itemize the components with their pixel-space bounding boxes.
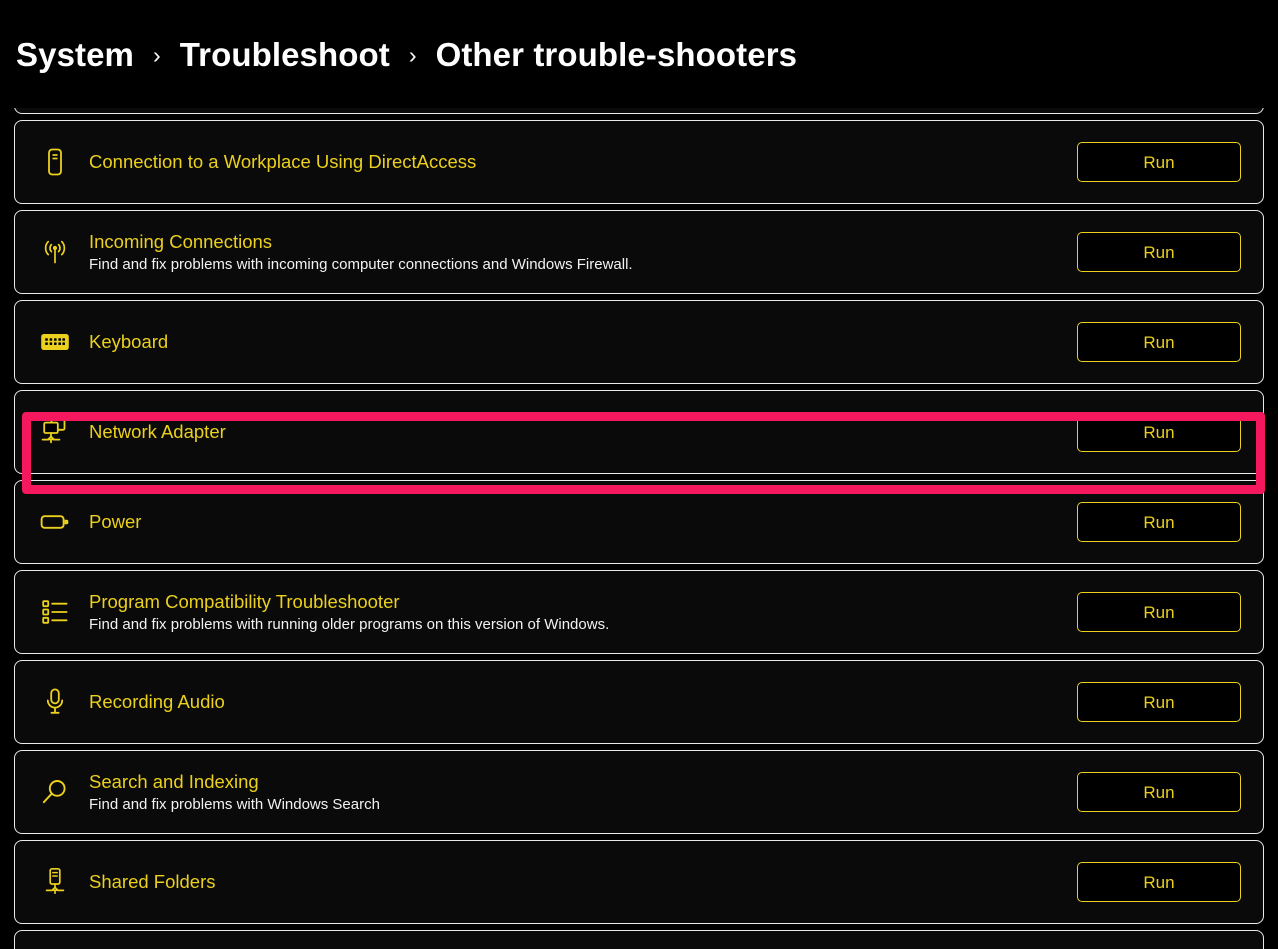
card-title: Power — [89, 511, 142, 533]
card-text: Keyboard — [81, 330, 1077, 353]
card-description: Find and fix problems with Windows Searc… — [89, 795, 380, 813]
troubleshooter-card[interactable]: Network Adapter Run — [14, 390, 1264, 474]
card-text: Incoming Connections Find and fix problem… — [81, 230, 1077, 275]
breadcrumb-item-1[interactable]: System — [16, 38, 134, 71]
troubleshooter-list: Connection to a Workplace Using DirectAc… — [0, 108, 1278, 949]
card-description: Find and fix problems with incoming comp… — [89, 255, 633, 273]
troubleshooter-card[interactable]: Power Run — [14, 480, 1264, 564]
partial-card-bottom — [29, 930, 81, 949]
card-title: Incoming Connections — [89, 230, 273, 252]
breadcrumb-item-3: Other trouble-shooters — [435, 35, 798, 73]
partial-card-top — [29, 108, 81, 114]
card-text: Program Compatibility Troubleshooter Find… — [81, 590, 1077, 635]
card-title: Recording Audio — [89, 691, 225, 713]
troubleshooter-card[interactable]: Shared Folders Run — [14, 840, 1264, 924]
card-text: Recording Audio — [81, 690, 1077, 713]
run-button[interactable]: Run — [1077, 862, 1241, 902]
run-button[interactable]: Run — [1077, 592, 1241, 632]
card-title: Keyboard — [89, 331, 169, 353]
network-adapter-icon — [29, 390, 81, 474]
card-title: Network Adapter — [89, 421, 226, 443]
troubleshooter-card[interactable]: Search and Indexing Find and fix problems… — [14, 750, 1264, 834]
run-button[interactable]: Run — [1077, 322, 1241, 362]
troubleshooter-card[interactable]: Keyboard Run — [14, 300, 1264, 384]
card-text: Search and Indexing Find and fix problems… — [81, 770, 1077, 815]
device-tower-icon — [29, 120, 81, 204]
troubleshooter-card[interactable] — [14, 108, 1264, 114]
troubleshooter-card[interactable]: Recording Audio Run — [14, 660, 1264, 744]
run-button[interactable]: Run — [1077, 232, 1241, 272]
card-text: Shared Folders — [81, 870, 1077, 893]
breadcrumb-separator: › — [153, 41, 161, 68]
card-title: Shared Folders — [89, 871, 216, 893]
run-button[interactable]: Run — [1077, 682, 1241, 722]
card-text: Connection to a Workplace Using DirectAc… — [81, 150, 1077, 173]
search-icon — [29, 750, 81, 834]
run-button[interactable]: Run — [1077, 142, 1241, 182]
run-button[interactable]: Run — [1077, 772, 1241, 812]
card-title: Program Compatibility Troubleshooter — [89, 590, 400, 612]
list-settings-icon — [29, 570, 81, 654]
troubleshooter-card[interactable] — [14, 930, 1264, 949]
keyboard-icon — [29, 300, 81, 384]
card-title: Search and Indexing — [89, 770, 259, 792]
microphone-icon — [29, 660, 81, 744]
troubleshooter-card[interactable]: Connection to a Workplace Using DirectAc… — [14, 120, 1264, 204]
shared-folders-server-icon — [29, 840, 81, 924]
breadcrumb-item-2[interactable]: Troubleshoot — [180, 38, 390, 71]
breadcrumb: System › Troubleshoot › Other trouble-shoote… — [0, 0, 1278, 108]
card-text: Network Adapter — [81, 420, 1077, 443]
troubleshooter-card[interactable]: Incoming Connections Find and fix problem… — [14, 210, 1264, 294]
card-title: Connection to a Workplace Using DirectAc… — [89, 151, 477, 173]
breadcrumb-separator: › — [408, 41, 417, 68]
troubleshooter-card[interactable]: Program Compatibility Troubleshooter Find… — [14, 570, 1264, 654]
battery-icon — [29, 480, 81, 564]
card-description: Find and fix problems with running older… — [89, 615, 610, 633]
run-button[interactable]: Run — [1077, 502, 1241, 542]
run-button[interactable]: Run — [1077, 412, 1241, 452]
card-text: Power — [81, 510, 1077, 533]
wireless-signal-icon — [29, 210, 81, 294]
